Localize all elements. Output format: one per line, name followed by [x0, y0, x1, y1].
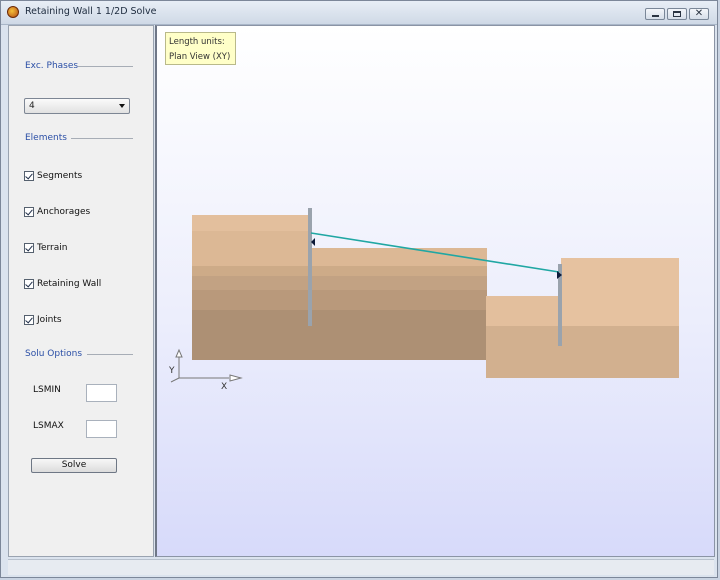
app-window: Retaining Wall 1 1/2D Solve ✕ Exc. Phase… [0, 0, 718, 578]
retaining-wall-left [308, 208, 312, 326]
exc-phases-label: Exc. Phases [25, 61, 79, 71]
solu-options-label: Solu Options [25, 349, 83, 359]
close-button[interactable]: ✕ [689, 8, 709, 20]
segments-label: Segments [37, 171, 83, 181]
lsmin-label: LSMIN [33, 385, 61, 395]
segments-checkbox[interactable]: Segments [24, 170, 82, 182]
title-bar[interactable]: Retaining Wall 1 1/2D Solve ✕ [1, 1, 717, 25]
app-logo-icon [7, 6, 19, 18]
checkbox-checked-icon[interactable] [24, 171, 34, 181]
elements-label: Elements [25, 133, 67, 143]
chevron-down-icon [119, 104, 125, 108]
lsmax-label: LSMAX [33, 421, 64, 431]
checkbox-checked-icon[interactable] [24, 207, 34, 217]
checkbox-checked-icon[interactable] [24, 279, 34, 289]
axis-y-label: Y [168, 366, 175, 376]
joints-checkbox[interactable]: Joints [24, 314, 62, 326]
terrain-right [486, 258, 679, 378]
minimize-icon [651, 15, 659, 17]
options-panel: Exc. Phases 4 Elements Segments Anchorag… [8, 25, 154, 557]
anchorages-label: Anchorages [37, 207, 91, 217]
status-bar [8, 559, 714, 575]
anchorages-checkbox[interactable]: Anchorages [24, 206, 90, 218]
minimize-button[interactable] [645, 8, 665, 20]
exc-phase-value: 4 [29, 101, 35, 111]
joints-label: Joints [37, 315, 62, 325]
divider [87, 354, 133, 355]
checkbox-checked-icon[interactable] [24, 243, 34, 253]
terrain-checkbox[interactable]: Terrain [24, 242, 67, 254]
close-icon: ✕ [694, 8, 704, 19]
lsmin-input[interactable] [86, 384, 117, 402]
exc-phase-select[interactable]: 4 [24, 98, 130, 114]
model-viewport[interactable]: Length units: Plan View (XY) Y X [155, 25, 715, 557]
model-canvas[interactable]: Y X [157, 26, 715, 557]
maximize-button[interactable] [667, 8, 687, 20]
divider [78, 66, 133, 67]
axis-x-label: X [221, 382, 227, 392]
window-title: Retaining Wall 1 1/2D Solve [25, 6, 157, 17]
maximize-icon [673, 11, 681, 17]
retaining-wall-checkbox[interactable]: Retaining Wall [24, 278, 101, 290]
lsmax-input[interactable] [86, 420, 117, 438]
solve-button[interactable]: Solve [31, 458, 117, 473]
retaining-wall-label: Retaining Wall [37, 279, 102, 289]
divider [71, 138, 133, 139]
checkbox-checked-icon[interactable] [24, 315, 34, 325]
terrain-label: Terrain [37, 243, 68, 253]
